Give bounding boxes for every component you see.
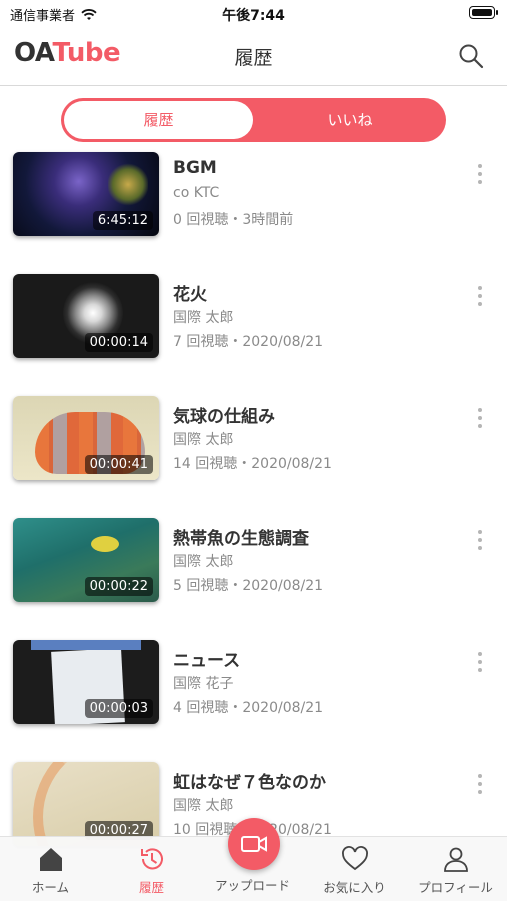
video-duration: 00:00:22	[84, 577, 153, 596]
video-thumbnail[interactable]: 00:00:03	[13, 640, 159, 724]
more-options-icon[interactable]	[475, 286, 485, 310]
more-options-icon[interactable]	[475, 530, 485, 554]
tab-upload-label: アップロード	[214, 878, 290, 893]
video-title[interactable]: BGM	[173, 158, 217, 178]
video-title[interactable]: 熱帯魚の生態調査	[173, 524, 309, 549]
more-options-icon[interactable]	[475, 164, 485, 188]
video-meta: 0 回視聴・3時間前	[173, 212, 294, 228]
profile-icon	[443, 847, 468, 872]
more-options-icon[interactable]	[475, 774, 485, 798]
video-duration: 00:00:41	[84, 455, 153, 474]
home-icon	[39, 848, 62, 871]
tab-profile-label: プロフィール	[418, 880, 493, 895]
nav-bar: OATube 履歴	[0, 28, 507, 86]
video-duration: 00:00:03	[84, 699, 153, 718]
video-channel: 国際 太郎	[173, 798, 234, 814]
more-options-icon[interactable]	[475, 652, 485, 676]
video-channel: 国際 太郎	[173, 554, 234, 570]
video-thumbnail[interactable]: 00:00:22	[13, 518, 159, 602]
tab-profile[interactable]: プロフィール	[405, 845, 506, 896]
video-thumbnail[interactable]: 00:00:27	[13, 762, 159, 846]
page-title: 履歴	[234, 47, 273, 69]
video-row[interactable]: 00:00:22 熱帯魚の生態調査 国際 太郎 5 回視聴・2020/08/21	[0, 518, 507, 602]
video-duration: 00:00:14	[84, 333, 153, 352]
heart-icon	[341, 846, 368, 871]
video-meta: 7 回視聴・2020/08/21	[173, 334, 324, 350]
video-title[interactable]: 気球の仕組み	[173, 402, 275, 427]
tab-home[interactable]: ホーム	[0, 845, 101, 896]
battery-icon	[469, 6, 498, 19]
tab-favorites-label: お気に入り	[323, 880, 386, 895]
video-channel: 国際 太郎	[173, 310, 234, 326]
more-options-icon[interactable]	[475, 408, 485, 432]
video-thumbnail[interactable]: 00:00:14	[13, 274, 159, 358]
segment-likes[interactable]: いいね	[254, 98, 446, 142]
video-title[interactable]: ニュース	[173, 646, 240, 671]
tab-upload[interactable]: アップロード	[202, 875, 303, 894]
video-channel: 国際 花子	[173, 676, 234, 692]
video-thumbnail[interactable]: 6:45:12	[13, 152, 159, 236]
history-icon	[140, 848, 163, 870]
video-row[interactable]: 00:00:03 ニュース 国際 花子 4 回視聴・2020/08/21	[0, 640, 507, 724]
video-meta: 4 回視聴・2020/08/21	[173, 700, 324, 716]
video-title[interactable]: 虹はなぜ７色なのか	[173, 768, 326, 793]
video-meta: 5 回視聴・2020/08/21	[173, 578, 324, 594]
upload-button[interactable]	[228, 818, 280, 870]
video-meta: 14 回視聴・2020/08/21	[173, 456, 332, 472]
video-thumbnail[interactable]: 00:00:41	[13, 396, 159, 480]
status-bar: 通信事業者 午後7:44	[0, 0, 507, 28]
segment-history[interactable]: 履歴	[64, 101, 253, 139]
video-channel: 国際 太郎	[173, 432, 234, 448]
video-row[interactable]: 00:00:41 気球の仕組み 国際 太郎 14 回視聴・2020/08/21	[0, 396, 507, 480]
video-camera-icon	[241, 836, 267, 852]
video-row[interactable]: 00:00:14 花火 国際 太郎 7 回視聴・2020/08/21	[0, 274, 507, 358]
history-likes-segment: 履歴 いいね	[61, 98, 446, 142]
search-icon	[459, 44, 484, 69]
tab-history-label: 履歴	[138, 880, 164, 895]
video-title[interactable]: 花火	[173, 280, 207, 305]
tab-home-label: ホーム	[31, 880, 70, 895]
video-channel: co KTC	[173, 185, 220, 201]
tab-favorites[interactable]: お気に入り	[304, 845, 405, 896]
search-button[interactable]	[457, 42, 485, 70]
tab-history[interactable]: 履歴	[101, 845, 202, 896]
video-row[interactable]: 6:45:12 BGM co KTC 0 回視聴・3時間前	[0, 152, 507, 236]
status-time: 午後7:44	[222, 8, 285, 24]
video-duration: 6:45:12	[92, 211, 153, 230]
